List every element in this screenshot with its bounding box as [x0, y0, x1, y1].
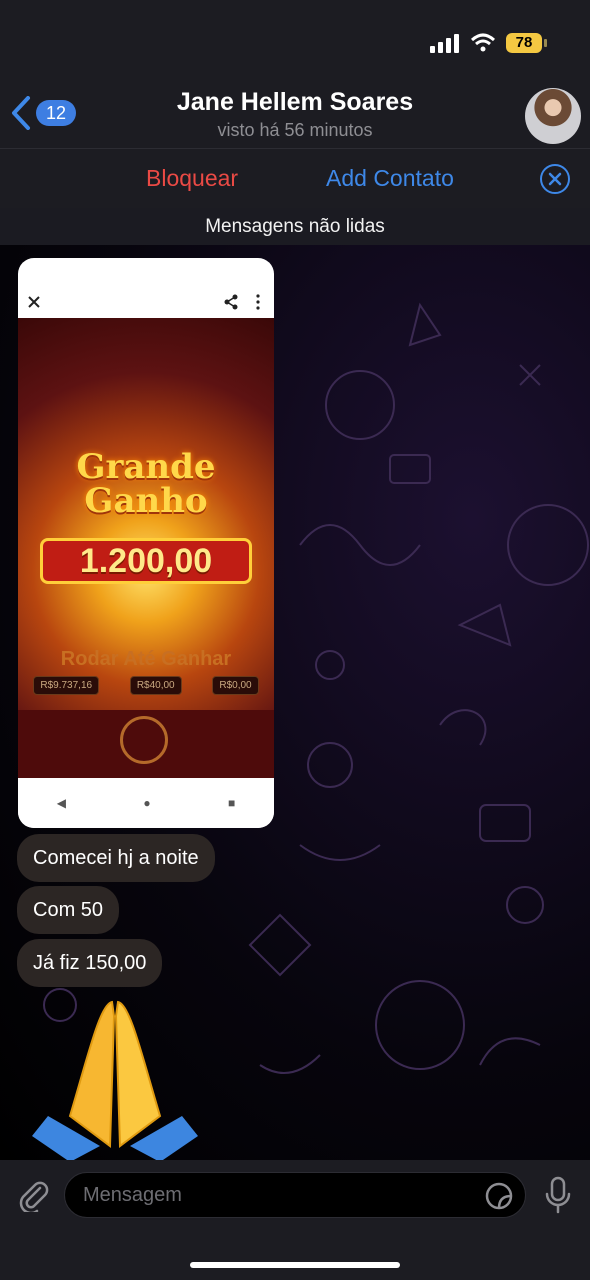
embedded-toolbar	[18, 286, 274, 318]
sticker-icon[interactable]	[485, 1182, 513, 1210]
status-bar: 78	[0, 0, 590, 80]
message-input[interactable]: Mensagem	[64, 1172, 526, 1218]
attachment-icon[interactable]	[16, 1178, 50, 1212]
battery-indicator: 78	[506, 33, 547, 53]
back-triangle-icon: ◀	[56, 796, 66, 810]
bet-stat: R$40,00	[129, 676, 182, 695]
game-controls	[18, 710, 274, 778]
shared-image-message[interactable]: Grande Ganho 1.200,00 Rodar Até Ganhar R…	[18, 258, 274, 828]
composer-bar: Mensagem	[0, 1160, 590, 1280]
close-icon[interactable]	[540, 164, 570, 194]
home-circle-icon: ●	[143, 796, 151, 810]
wifi-icon	[470, 33, 496, 52]
balance-stat: R$9.737,16	[33, 676, 100, 695]
add-contact-button[interactable]: Add Contato	[326, 165, 454, 192]
more-vertical-icon	[256, 294, 260, 310]
message-input-placeholder: Mensagem	[83, 1184, 182, 1206]
game-stats: R$9.737,16 R$40,00 R$0,00	[18, 676, 274, 695]
contact-action-bar: Bloquear Add Contato	[0, 148, 590, 209]
spin-label: Rodar Até Ganhar	[60, 648, 232, 670]
signal-icon	[430, 34, 459, 53]
microphone-icon[interactable]	[544, 1176, 572, 1214]
close-icon	[28, 296, 40, 308]
share-icon	[224, 294, 238, 310]
chat-header: 12 Jane Hellem Soares visto há 56 minuto…	[0, 80, 590, 148]
win-amount: 1.200,00	[40, 538, 252, 584]
win-stat: R$0,00	[212, 676, 259, 695]
spin-icon	[120, 716, 168, 764]
recents-square-icon: ■	[228, 796, 236, 810]
embedded-nav-bar: ◀ ● ■	[18, 778, 274, 828]
message-bubble[interactable]: Comecei hj a noite	[17, 834, 215, 882]
win-title: Grande Ganho	[76, 447, 216, 521]
contact-name[interactable]: Jane Hellem Soares	[0, 88, 590, 117]
embedded-status-bar	[18, 258, 274, 286]
message-bubble[interactable]: Já fiz 150,00	[17, 939, 163, 987]
block-button[interactable]: Bloquear	[146, 165, 238, 192]
message-bubble[interactable]: Com 50	[17, 886, 120, 934]
home-indicator[interactable]	[190, 1262, 400, 1268]
avatar[interactable]	[525, 88, 581, 144]
folded-hands-emoji[interactable]	[30, 996, 200, 1162]
last-seen-status: visto há 56 minutos	[217, 120, 373, 140]
game-screenshot: Grande Ganho 1.200,00 Rodar Até Ganhar R…	[18, 318, 274, 778]
unread-messages-banner: Mensagens não lidas	[0, 208, 590, 245]
